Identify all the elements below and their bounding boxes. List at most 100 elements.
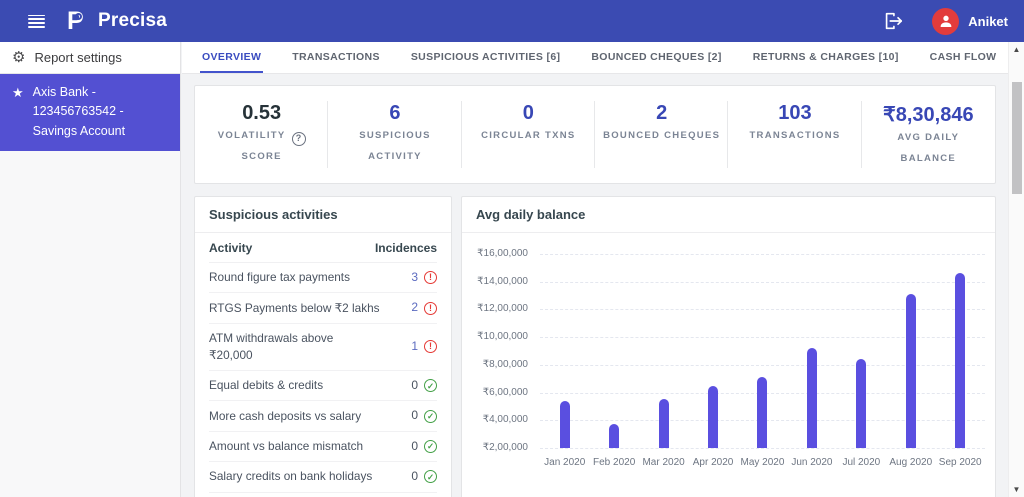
check-icon: ✓ (424, 410, 437, 423)
stat-label: VOLATILITY? (195, 125, 328, 146)
stat-label: BALANCE (862, 148, 995, 169)
tab-transactions[interactable]: TRANSACTIONS (290, 42, 382, 73)
scroll-up-icon[interactable]: ▲ (1009, 45, 1024, 54)
suspicious-activities-title: Suspicious activities (195, 197, 451, 233)
incidence-cell: 0✓ (411, 438, 437, 455)
stat-avg-daily-balance: ₹8,30,846AVG DAILYBALANCE (862, 86, 995, 183)
bar-column-jun-2020 (787, 254, 836, 448)
table-body: Round figure tax payments 3! RTGS Payments… (209, 263, 437, 497)
report-settings-label: Report settings (34, 50, 121, 65)
bar-feb-2020[interactable] (609, 424, 619, 448)
incidence-cell: 0✓ (411, 468, 437, 485)
y-axis-tick: ₹16,00,000 (462, 248, 528, 259)
menu-icon[interactable] (28, 15, 45, 28)
tab-bounced-cheques-2[interactable]: BOUNCED CHEQUES [2] (589, 42, 723, 73)
tab-suspicious-activities-6[interactable]: SUSPICIOUS ACTIVITIES [6] (409, 42, 563, 73)
gear-icon: ⚙ (12, 50, 25, 65)
bar-jul-2020[interactable] (856, 359, 866, 448)
summary-stats-card: 0.53VOLATILITY?SCORE6SUSPICIOUSACTIVITY0… (194, 85, 996, 184)
suspicious-activities-table: Activity Incidences Round figure tax pay… (195, 233, 451, 497)
bar-aug-2020[interactable] (906, 294, 916, 448)
bar-column-feb-2020 (589, 254, 638, 448)
table-row: Salary credits on bank holidays 0✓ (209, 462, 437, 492)
incidence-count: 0 (411, 438, 418, 455)
sidebar: ⚙ Report settings ★ Axis Bank - 12345676… (0, 42, 181, 497)
tab-cash-flow[interactable]: CASH FLOW (928, 42, 999, 73)
bar-jun-2020[interactable] (807, 348, 817, 448)
stat-suspicious-activity: 6SUSPICIOUSACTIVITY (328, 86, 461, 183)
table-row: RTGS Payments below ₹2 lakhs2! (209, 293, 437, 323)
stat-transactions: 103TRANSACTIONS (728, 86, 861, 183)
stat-value: 0.53 (195, 102, 328, 125)
chart-title: Avg daily balance (462, 197, 995, 233)
scroll-down-icon[interactable]: ▼ (1009, 485, 1024, 494)
logout-icon[interactable] (882, 10, 904, 32)
y-axis-tick: ₹6,00,000 (462, 387, 528, 398)
bar-mar-2020[interactable] (659, 399, 669, 448)
x-axis-tick: Aug 2020 (886, 457, 935, 468)
person-icon (938, 13, 954, 29)
help-icon[interactable]: ? (292, 132, 306, 146)
stat-value: 103 (728, 102, 861, 125)
stat-label: TRANSACTIONS (728, 125, 861, 146)
brand-title: Precisa (98, 10, 167, 32)
user-name: Aniket (968, 14, 1008, 29)
table-row: Equal debits & credits0✓ (209, 371, 437, 401)
activity-label: Salary credits on bank holidays (209, 468, 372, 485)
incidence-cell: 2! (411, 299, 437, 316)
table-header: Activity Incidences (209, 233, 437, 263)
incidence-cell: 0✓ (411, 377, 437, 394)
bar-apr-2020[interactable] (708, 386, 718, 448)
y-axis-tick: ₹10,00,000 (462, 331, 528, 342)
avg-daily-balance-panel: Avg daily balance ₹16,00,000 ₹14,00,000 ₹1… (461, 196, 996, 497)
table-row: More cash deposits vs salary0✓ (209, 401, 437, 431)
tab-returns-charges-10[interactable]: RETURNS & CHARGES [10] (751, 42, 901, 73)
bar-may-2020[interactable] (757, 377, 767, 448)
bar-column-may-2020 (738, 254, 787, 448)
stat-value: 2 (595, 102, 728, 125)
incidence-count: 0 (411, 407, 418, 424)
bar-jan-2020[interactable] (560, 401, 570, 448)
sidebar-item-account-selected[interactable]: ★ Axis Bank - 123456763542 - Savings Acc… (0, 74, 180, 151)
incidence-cell: 1! (411, 338, 437, 355)
stat-bounced-cheques: 2BOUNCED CHEQUES (595, 86, 728, 183)
star-icon: ★ (12, 83, 24, 141)
incidence-count: 3 (411, 269, 418, 286)
bar-column-apr-2020 (688, 254, 737, 448)
x-axis-tick: Jun 2020 (787, 457, 836, 468)
table-row: Round figure tax payments 3! (209, 263, 437, 293)
scrollbar-thumb[interactable] (1012, 82, 1022, 194)
gridline (540, 448, 985, 449)
tab-overview[interactable]: OVERVIEW (200, 42, 263, 73)
bar-column-jan-2020 (540, 254, 589, 448)
table-row: Amount vs balance mismatch0✓ (209, 432, 437, 462)
alert-icon: ! (424, 271, 437, 284)
stat-label: CIRCULAR TXNS (462, 125, 595, 146)
report-settings-button[interactable]: ⚙ Report settings (0, 42, 180, 74)
user-avatar[interactable] (932, 8, 959, 35)
stat-value: ₹8,30,846 (862, 102, 995, 127)
bar-sep-2020[interactable] (955, 273, 965, 448)
precisa-logo-icon: P (67, 7, 91, 35)
tab-bar: OVERVIEW TRANSACTIONS SUSPICIOUS ACTIVITIE… (182, 42, 1008, 74)
stat-volatility-score: 0.53VOLATILITY?SCORE (195, 86, 328, 183)
y-axis-tick: ₹8,00,000 (462, 359, 528, 370)
account-label: Axis Bank - 123456763542 - Savings Accou… (33, 83, 170, 141)
activity-label: Round figure tax payments (209, 269, 350, 286)
x-axis-tick: Jan 2020 (540, 457, 589, 468)
x-axis-tick: Apr 2020 (688, 457, 737, 468)
bar-column-sep-2020 (936, 254, 985, 448)
incidence-count: 0 (411, 468, 418, 485)
suspicious-activities-panel: Suspicious activities Activity Incidence… (194, 196, 452, 497)
bar-column-aug-2020 (886, 254, 935, 448)
table-row: Negative balance0✓ (209, 493, 437, 497)
check-icon: ✓ (424, 379, 437, 392)
activity-label: ATM withdrawals above ₹20,000 (209, 330, 333, 364)
y-axis-tick: ₹4,00,000 (462, 414, 528, 425)
y-axis-tick: ₹14,00,000 (462, 276, 528, 287)
stat-circular-txns: 0CIRCULAR TXNS (462, 86, 595, 183)
stat-label: AVG DAILY (862, 127, 995, 148)
incidence-count: 2 (411, 299, 418, 316)
incidence-cell: 0✓ (411, 407, 437, 424)
stat-label: SCORE (195, 146, 328, 167)
